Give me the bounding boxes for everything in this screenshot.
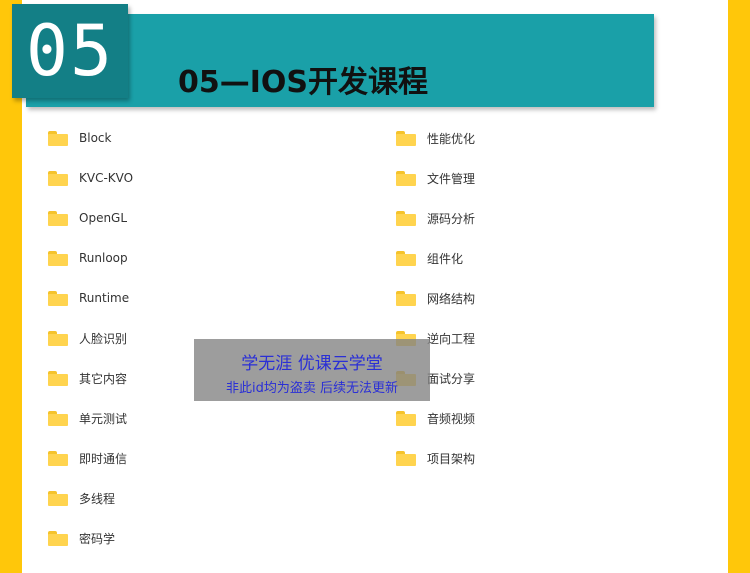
folder-label: 即时通信 xyxy=(79,451,128,466)
folder-item[interactable]: 组件化 xyxy=(396,238,475,278)
folder-icon xyxy=(48,330,68,346)
folder-label: 项目架构 xyxy=(427,451,476,466)
folder-item[interactable]: 即时通信 xyxy=(48,438,133,478)
folder-item[interactable]: Runtime xyxy=(48,278,133,318)
folder-item[interactable]: 性能优化 xyxy=(396,118,475,158)
folder-icon xyxy=(396,290,416,306)
section-number-badge: 05 xyxy=(12,4,128,98)
folder-label: KVC-KVO xyxy=(79,171,134,185)
folder-label: 文件管理 xyxy=(427,171,476,186)
folder-icon xyxy=(48,290,68,306)
folder-label: 人脸识别 xyxy=(79,331,128,346)
folder-label: 密码学 xyxy=(79,531,116,546)
folder-label: Runtime xyxy=(79,291,130,305)
folder-icon xyxy=(48,490,68,506)
folder-icon xyxy=(48,450,68,466)
folder-label: 性能优化 xyxy=(427,131,476,146)
folder-label: 多线程 xyxy=(79,491,116,506)
folder-icon xyxy=(48,170,68,186)
folder-icon xyxy=(396,210,416,226)
watermark-line-1: 学无涯 优课云学堂 xyxy=(241,354,383,374)
folder-item[interactable]: OpenGL xyxy=(48,198,133,238)
folder-item[interactable]: Runloop xyxy=(48,238,133,278)
folder-item[interactable]: 人脸识别 xyxy=(48,318,133,358)
folder-label: 网络结构 xyxy=(427,291,476,306)
folder-icon xyxy=(48,410,68,426)
folder-icon xyxy=(48,530,68,546)
folder-icon xyxy=(48,210,68,226)
folder-label: 音频视频 xyxy=(427,411,476,426)
page-title: 05—IOS开发课程 xyxy=(178,65,429,100)
folder-icon xyxy=(396,130,416,146)
folder-label: 其它内容 xyxy=(79,371,128,386)
folder-label: 单元测试 xyxy=(79,411,128,426)
folder-label: 组件化 xyxy=(427,251,464,266)
folder-list-left: Block KVC-KVO OpenGL Runloop Runtime 人脸识… xyxy=(48,118,133,558)
folder-item[interactable]: 音频视频 xyxy=(396,398,475,438)
folder-label: OpenGL xyxy=(79,211,128,225)
right-yellow-border xyxy=(728,0,750,573)
folder-item[interactable]: 网络结构 xyxy=(396,278,475,318)
folder-label: Runloop xyxy=(79,251,128,265)
folder-icon xyxy=(48,250,68,266)
folder-label: Block xyxy=(79,131,112,145)
folder-item[interactable]: KVC-KVO xyxy=(48,158,133,198)
folder-label: 逆向工程 xyxy=(427,331,476,346)
folder-item[interactable]: 多线程 xyxy=(48,478,133,518)
folder-item[interactable]: 单元测试 xyxy=(48,398,133,438)
folder-icon xyxy=(396,410,416,426)
folder-list-right: 性能优化 文件管理 源码分析 组件化 网络结构 逆向工程 面试分享 音频视频 项… xyxy=(396,118,475,478)
folder-icon xyxy=(48,370,68,386)
folder-icon xyxy=(396,250,416,266)
folder-item[interactable]: 其它内容 xyxy=(48,358,133,398)
watermark-overlay: 学无涯 优课云学堂 非此id均为盗卖 后续无法更新 xyxy=(194,339,430,401)
folder-item[interactable]: 源码分析 xyxy=(396,198,475,238)
watermark-line-2: 非此id均为盗卖 后续无法更新 xyxy=(226,381,398,396)
folder-item[interactable]: 项目架构 xyxy=(396,438,475,478)
folder-item[interactable]: Block xyxy=(48,118,133,158)
folder-icon xyxy=(396,170,416,186)
folder-icon xyxy=(48,130,68,146)
folder-item[interactable]: 文件管理 xyxy=(396,158,475,198)
folder-label: 源码分析 xyxy=(427,211,476,226)
section-number: 05 xyxy=(25,10,115,92)
folder-icon xyxy=(396,450,416,466)
folder-item[interactable]: 密码学 xyxy=(48,518,133,558)
folder-label: 面试分享 xyxy=(427,371,476,386)
